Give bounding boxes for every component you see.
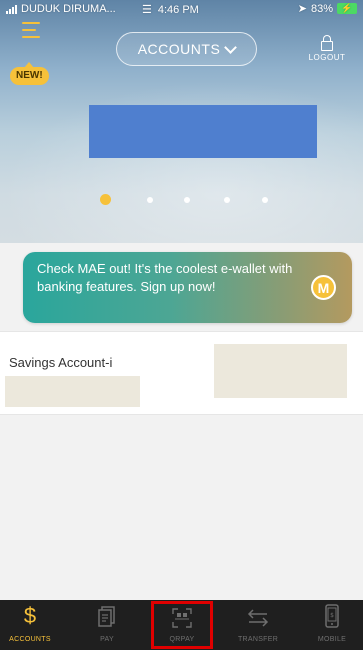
nav-transfer[interactable]: TRANSFER (228, 600, 288, 650)
accounts-dropdown[interactable]: ACCOUNTS (116, 32, 257, 66)
menu-icon-line (22, 29, 36, 31)
accounts-dropdown-label: ACCOUNTS (137, 41, 221, 57)
battery-percent: 83% (310, 2, 333, 15)
nav-qrpay[interactable]: QRPAY (152, 600, 212, 650)
carousel-dot[interactable] (224, 197, 230, 203)
nav-pay[interactable]: PAY (77, 600, 137, 650)
battery-icon: ⚡ (337, 3, 357, 14)
mae-logo-icon: M (311, 275, 336, 300)
chevron-down-icon (224, 40, 238, 54)
menu-button[interactable] (22, 20, 48, 50)
masked-account-balance (214, 344, 347, 398)
menu-icon-line (22, 36, 40, 38)
qr-scan-icon (172, 608, 192, 628)
carousel-dot[interactable] (147, 197, 153, 203)
nav-label: TRANSFER (237, 636, 279, 643)
nav-label: MOBILE (317, 636, 347, 643)
signal-icon (6, 4, 17, 14)
status-time: 4:46 PM (157, 3, 199, 16)
promo-text: Check MAE out! It's the coolest e-wallet… (37, 261, 293, 294)
status-bar: DUDUK DIRUMA... ☰ 4:46 PM ➤ 83% ⚡ (0, 0, 363, 20)
bottom-navigation: $ ACCOUNTS PAY QRPAY TRANSFER $ MOBILE (0, 600, 363, 650)
mae-promo-banner[interactable]: Check MAE out! It's the coolest e-wallet… (23, 252, 352, 323)
location-icon: ➤ (297, 3, 307, 15)
accounts-screen: NEW! ACCOUNTS LOGOUT DUDUK DIRUMA... ☰ 4… (0, 0, 363, 650)
nav-label: PAY (100, 636, 114, 643)
carousel-dot[interactable] (262, 197, 268, 203)
account-name: Savings Account-i (9, 355, 113, 370)
lock-icon (321, 35, 333, 51)
logout-label: LOGOUT (308, 53, 346, 62)
logout-button[interactable]: LOGOUT (304, 35, 350, 62)
carousel-dot[interactable] (184, 197, 190, 203)
masked-content-block (89, 105, 317, 158)
hero-banner: NEW! ACCOUNTS LOGOUT (0, 0, 363, 243)
new-badge: NEW! (10, 62, 49, 85)
carrier-name: DUDUK DIRUMA... (21, 3, 116, 15)
carousel-indicator (100, 194, 280, 206)
svg-text:$: $ (330, 612, 334, 619)
nav-label: ACCOUNTS (9, 636, 51, 643)
wifi-icon: ☰ (142, 4, 152, 16)
transfer-arrows-icon (247, 609, 269, 627)
bill-icon (98, 606, 115, 627)
dollar-icon: $ (23, 603, 37, 628)
nav-mobile[interactable]: $ MOBILE (302, 600, 362, 650)
nav-accounts[interactable]: $ ACCOUNTS (0, 600, 60, 650)
nav-label: QRPAY (169, 636, 195, 643)
account-card[interactable]: Savings Account-i (0, 331, 363, 415)
mobile-phone-icon: $ (325, 604, 339, 628)
menu-icon-line (22, 22, 40, 24)
masked-account-number (5, 376, 140, 407)
carousel-dot[interactable] (100, 194, 111, 205)
